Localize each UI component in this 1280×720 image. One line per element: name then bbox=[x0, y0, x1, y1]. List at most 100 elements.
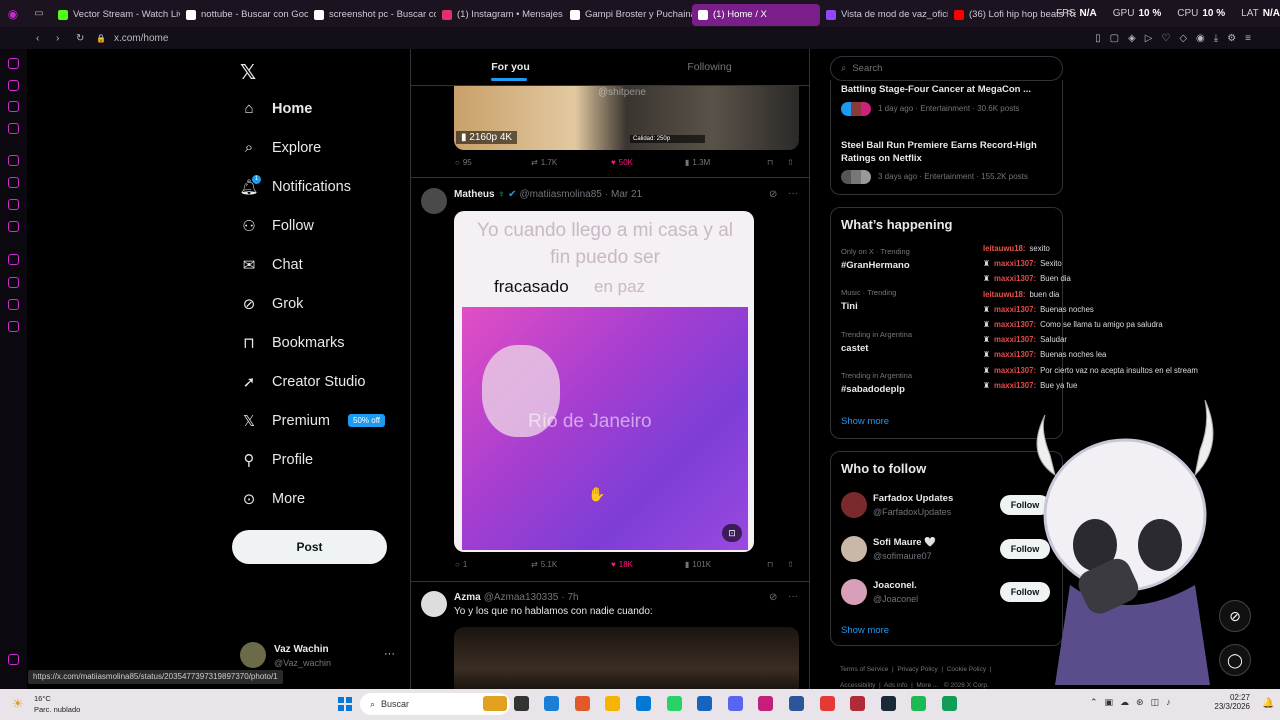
browser-tab[interactable]: screenshot pc - Buscar con bbox=[308, 4, 436, 26]
browser-menu-icon[interactable]: ◉ bbox=[0, 3, 26, 25]
more-dots-icon[interactable]: ··· bbox=[788, 591, 798, 602]
nav-item-grok[interactable]: ⊘ Grok bbox=[232, 284, 402, 323]
nav-item-notifications[interactable]: 🔔︎ Notifications 1 bbox=[232, 167, 402, 206]
sidebar-app-icon[interactable] bbox=[8, 254, 19, 265]
bookmark-icon[interactable]: ⊓ bbox=[767, 158, 787, 167]
discord-icon[interactable] bbox=[727, 696, 743, 711]
repost-button[interactable]: ⇄ 5.1K bbox=[531, 560, 611, 569]
trend-name[interactable]: castet bbox=[841, 343, 868, 354]
browser-tab[interactable]: (1) Instagram • Mensajes bbox=[436, 4, 564, 26]
post-date[interactable]: · 7h bbox=[561, 592, 578, 603]
footer-link[interactable]: Accessibility bbox=[840, 682, 875, 689]
steam-icon[interactable] bbox=[880, 696, 896, 711]
follow-handle[interactable]: @Joaconel bbox=[873, 594, 918, 604]
sidebar-app-icon[interactable] bbox=[8, 80, 19, 91]
nav-item-creator-studio[interactable]: ➚ Creator Studio bbox=[232, 362, 402, 401]
sidebar-app-icon[interactable] bbox=[8, 221, 19, 232]
url-field[interactable]: x.com/home bbox=[114, 33, 168, 44]
sidebar-app-icon[interactable] bbox=[8, 177, 19, 188]
valorant-icon[interactable] bbox=[850, 696, 866, 711]
opera-icon[interactable] bbox=[758, 696, 774, 711]
grok-float-icon[interactable]: ⊘ bbox=[1219, 600, 1251, 632]
outlook-icon[interactable] bbox=[697, 696, 713, 711]
sidebar-app-icon[interactable] bbox=[8, 277, 19, 288]
follow-name[interactable]: Farfadox Updates bbox=[873, 493, 953, 504]
spotify-icon[interactable] bbox=[911, 696, 927, 711]
whatsapp-icon[interactable] bbox=[666, 696, 682, 711]
photos-icon[interactable] bbox=[574, 696, 590, 711]
views-count[interactable]: ▮ 101K bbox=[685, 560, 767, 569]
avatar[interactable] bbox=[421, 188, 447, 214]
edge-icon[interactable] bbox=[544, 696, 560, 711]
post-button[interactable]: Post bbox=[232, 530, 387, 564]
grok-icon[interactable]: ⊘ bbox=[769, 189, 777, 200]
reply-button[interactable]: ○ 1 bbox=[455, 560, 531, 569]
show-more-link[interactable]: Show more bbox=[841, 416, 889, 427]
clock[interactable]: 02:27 23/3/2026 bbox=[1200, 693, 1250, 711]
sidebar-app-icon[interactable] bbox=[8, 123, 19, 134]
news-title[interactable]: Steel Ball Run Premiere Earns Record-Hig… bbox=[841, 139, 1056, 165]
follow-handle[interactable]: @sofimaure07 bbox=[873, 551, 932, 561]
sidebar-app-icon[interactable] bbox=[8, 321, 19, 332]
sidebar-app-icon[interactable] bbox=[8, 155, 19, 166]
account-switcher[interactable]: Vaz Wachin @Vaz_wachin ··· bbox=[240, 642, 405, 670]
views-count[interactable]: ▮ 1.3M bbox=[685, 158, 767, 167]
tab-for-you[interactable]: For you bbox=[411, 49, 610, 85]
follow-name[interactable]: Sofi Maure 🤍 bbox=[873, 537, 936, 548]
sidebar-app-icon[interactable] bbox=[8, 199, 19, 210]
follow-handle[interactable]: @FarfadoxUpdates bbox=[873, 507, 951, 517]
word-icon[interactable] bbox=[789, 696, 804, 711]
more-dots-icon[interactable]: ··· bbox=[384, 648, 395, 660]
footer-link[interactable]: Cookie Policy bbox=[947, 666, 986, 673]
post-media[interactable]: ▮ 2160p 4K Calidad: 250p @shitpene bbox=[454, 86, 799, 150]
tab-overview-icon[interactable]: ▭ bbox=[26, 8, 52, 19]
forward-icon[interactable]: › bbox=[56, 33, 70, 44]
browser-tab[interactable]: (1) Home / X bbox=[692, 3, 820, 26]
store-icon[interactable] bbox=[636, 696, 651, 711]
nav-item-bookmarks[interactable]: ⊓ Bookmarks bbox=[232, 323, 402, 362]
sidebar-app-icon[interactable] bbox=[8, 654, 19, 665]
trend-name[interactable]: #sabadodeplp bbox=[841, 384, 905, 395]
nav-item-premium[interactable]: 𝕏 Premium 50% off bbox=[232, 401, 402, 440]
nav-item-follow[interactable]: ⚇ Follow bbox=[232, 206, 402, 245]
reload-icon[interactable]: ↻ bbox=[76, 33, 90, 44]
avatar[interactable] bbox=[841, 492, 867, 518]
browser-tab[interactable]: nottube - Buscar con Google bbox=[180, 4, 308, 26]
repost-button[interactable]: ⇄ 1.7K bbox=[531, 158, 611, 167]
news-title[interactable]: Battling Stage-Four Cancer at MegaCon ..… bbox=[841, 84, 1056, 96]
author-name[interactable]: Azma bbox=[454, 592, 481, 603]
share-icon[interactable]: ⇧ bbox=[787, 560, 794, 569]
trend-name[interactable]: #GranHermano bbox=[841, 260, 910, 271]
browser-tab[interactable]: Vista de mod de vaz_oficial bbox=[820, 4, 948, 26]
nav-item-explore[interactable]: ⌕ Explore bbox=[232, 128, 402, 167]
weather-widget[interactable]: 16°C Parc. nublado ☀ bbox=[10, 694, 90, 716]
tab-following[interactable]: Following bbox=[610, 49, 809, 85]
chrome-icon[interactable] bbox=[819, 696, 835, 711]
author-handle[interactable]: @matiiasmolina85 bbox=[519, 189, 601, 200]
nav-item-home[interactable]: ⌂ Home bbox=[232, 89, 402, 128]
author-handle[interactable]: @Azmaa130335 bbox=[484, 592, 559, 603]
post-media[interactable] bbox=[454, 627, 799, 689]
x-logo-icon[interactable]: 𝕏 bbox=[240, 60, 256, 85]
system-tray[interactable]: ⌃▣☁⊛◫♪ bbox=[1090, 697, 1178, 708]
file-icon[interactable] bbox=[483, 696, 507, 711]
nav-item-chat[interactable]: ✉ Chat bbox=[232, 245, 402, 284]
avatar[interactable] bbox=[841, 535, 867, 562]
footer-link[interactable]: Terms of Service bbox=[840, 666, 888, 673]
search-input[interactable]: ⌕ Search bbox=[830, 56, 1063, 81]
footer-link[interactable]: More ... bbox=[916, 682, 938, 689]
footer-link[interactable]: Privacy Policy bbox=[897, 666, 937, 673]
trend-name[interactable]: Tini bbox=[841, 301, 858, 312]
grok-icon[interactable]: ⊘ bbox=[769, 592, 777, 603]
terminal-icon[interactable] bbox=[942, 696, 957, 711]
gif-icon[interactable]: ⊡ bbox=[722, 524, 742, 542]
like-button[interactable]: ♥ 18K bbox=[611, 560, 685, 569]
folder-icon[interactable] bbox=[605, 696, 621, 711]
extension-icons[interactable]: ▯▢◈▷♡◇◉⤓⚙≡ bbox=[1095, 33, 1260, 44]
chat-float-icon[interactable]: ◯ bbox=[1219, 644, 1251, 676]
show-more-link[interactable]: Show more bbox=[841, 625, 889, 636]
more-dots-icon[interactable]: ··· bbox=[788, 188, 798, 199]
like-button[interactable]: ♥ 50K bbox=[611, 158, 685, 167]
share-icon[interactable]: ⇧ bbox=[787, 158, 794, 167]
back-icon[interactable]: ‹ bbox=[36, 33, 50, 44]
